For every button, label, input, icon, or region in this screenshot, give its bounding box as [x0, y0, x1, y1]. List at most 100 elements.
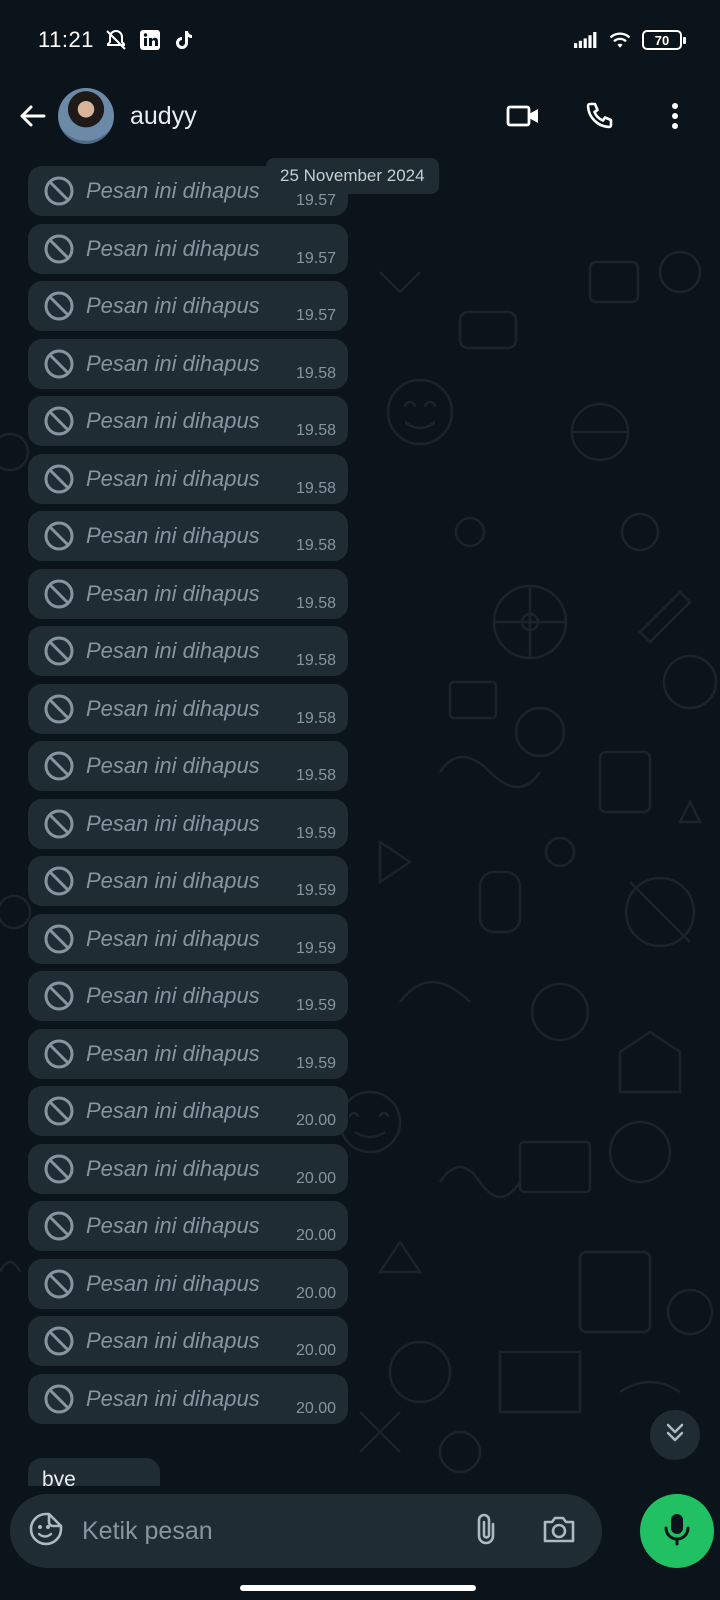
message-text: Pesan ini dihapus [86, 178, 260, 203]
blocked-circle-icon [42, 1324, 76, 1358]
message-time: 19.59 [295, 997, 336, 1014]
message-time: 19.59 [295, 882, 336, 899]
deleted-message-bubble[interactable]: Pesan ini dihapus 20.00 [28, 1143, 348, 1194]
deleted-message-bubble[interactable]: Pesan ini dihapus 19.59 [28, 856, 348, 906]
message-time: 19.59 [295, 824, 336, 842]
message-time: 19.58 [295, 594, 336, 612]
blocked-circle-icon [42, 1209, 76, 1243]
message-text: Pesan ini dihapus [86, 810, 260, 836]
message-text: Pesan ini dihapus [86, 235, 260, 261]
voice-message-button[interactable] [640, 1494, 714, 1568]
message-text: Pesan ini dihapus [86, 1098, 260, 1123]
status-time: 11:21 [38, 27, 94, 52]
deleted-message-bubble[interactable]: Pesan ini dihapus 19.58 [28, 568, 348, 619]
message-time: 19.57 [295, 192, 336, 209]
message-text: Pesan ini dihapus [86, 1155, 260, 1181]
deleted-message-bubble[interactable]: Pesan ini dihapus 19.57 [28, 223, 348, 274]
composer-actions [474, 1512, 576, 1551]
blocked-circle-icon [42, 519, 76, 553]
blocked-circle-icon [42, 174, 76, 208]
deleted-message-bubble[interactable]: Pesan ini dihapus 19.58 [28, 741, 348, 791]
deleted-message-bubble[interactable]: Pesan ini dihapus 20.00 [28, 1373, 348, 1424]
mute-bell-icon [104, 28, 128, 52]
deleted-message-bubble[interactable]: Pesan ini dihapus 19.58 [28, 396, 348, 446]
message-time: 20.00 [295, 1399, 336, 1417]
message-text: Pesan ini dihapus [86, 523, 260, 548]
deleted-message-bubble[interactable]: Pesan ini dihapus 20.00 [28, 1316, 348, 1366]
contact-name[interactable]: audyy [130, 102, 197, 131]
header-actions [506, 99, 706, 133]
message-composer: Ketik pesan [10, 1494, 602, 1568]
emoji-sticker-icon[interactable] [28, 1511, 64, 1552]
blocked-circle-icon [42, 634, 76, 668]
blocked-circle-icon [42, 347, 76, 381]
blocked-circle-icon [42, 1152, 76, 1186]
message-text: Pesan ini dihapus [86, 1385, 260, 1411]
double-chevron-down-icon [664, 1422, 686, 1449]
chat-header: audyy [0, 80, 720, 152]
deleted-message-bubble[interactable]: Pesan ini dihapus 19.59 [28, 1028, 348, 1079]
message-time: 20.00 [295, 1342, 336, 1359]
wifi-icon [608, 28, 632, 52]
message-text: Pesan ini dihapus [86, 925, 260, 951]
message-time: 20.00 [295, 1227, 336, 1244]
signal-icon [574, 28, 598, 52]
message-input[interactable]: Ketik pesan [82, 1517, 474, 1546]
blocked-circle-icon [42, 807, 76, 841]
deleted-message-bubble[interactable]: Pesan ini dihapus 19.57 [28, 281, 348, 331]
message-text: Pesan ini dihapus [86, 868, 260, 893]
attach-paperclip-icon[interactable] [474, 1512, 498, 1551]
message-text: Pesan ini dihapus [86, 1213, 260, 1238]
deleted-message-bubble[interactable]: Pesan ini dihapus 20.00 [28, 1086, 348, 1136]
blocked-circle-icon [42, 1037, 76, 1071]
more-menu-icon[interactable] [658, 99, 692, 133]
message-time: 20.00 [295, 1169, 336, 1187]
deleted-message-bubble[interactable]: Pesan ini dihapus 20.00 [28, 1258, 348, 1309]
blocked-circle-icon [42, 922, 76, 956]
message-text: Pesan ini dihapus [86, 753, 260, 778]
message-time: 20.00 [295, 1112, 336, 1129]
microphone-icon [663, 1512, 691, 1551]
blocked-circle-icon [42, 462, 76, 496]
message-time: 19.58 [295, 422, 336, 439]
message-text: Pesan ini dihapus [86, 408, 260, 433]
message-time: 19.58 [295, 537, 336, 554]
message-text: Pesan ini dihapus [86, 465, 260, 491]
voice-call-icon[interactable] [582, 99, 616, 133]
deleted-message-bubble[interactable]: Pesan ini dihapus 20.00 [28, 1201, 348, 1251]
deleted-message-bubble[interactable]: Pesan ini dihapus 19.58 [28, 453, 348, 504]
message-text: Pesan ini dihapus [86, 695, 260, 721]
camera-icon[interactable] [542, 1514, 576, 1549]
blocked-circle-icon [42, 1382, 76, 1416]
deleted-message-bubble[interactable]: Pesan ini dihapus 19.59 [28, 913, 348, 964]
scroll-down-button[interactable] [650, 1410, 700, 1460]
blocked-circle-icon [42, 1267, 76, 1301]
partial-message-bubble[interactable]: bye [28, 1458, 160, 1486]
blocked-circle-icon [42, 232, 76, 266]
blocked-circle-icon [42, 979, 76, 1013]
deleted-message-bubble[interactable]: Pesan ini dihapus 19.58 [28, 683, 348, 734]
deleted-message-bubble[interactable]: Pesan ini dihapus 19.59 [28, 971, 348, 1021]
avatar[interactable] [58, 88, 114, 144]
message-time: 19.58 [295, 767, 336, 784]
deleted-message-bubble[interactable]: Pesan ini dihapus 19.59 [28, 798, 348, 849]
blocked-circle-icon [42, 864, 76, 898]
status-left: 11:21 [38, 27, 196, 53]
deleted-message-bubble[interactable]: Pesan ini dihapus 19.58 [28, 338, 348, 389]
video-call-icon[interactable] [506, 99, 540, 133]
message-text: Pesan ini dihapus [86, 638, 260, 663]
tiktok-icon [172, 28, 196, 52]
message-time: 19.58 [295, 709, 336, 727]
blocked-circle-icon [42, 289, 76, 323]
status-bar: 11:21 70 [0, 0, 720, 80]
deleted-message-bubble[interactable]: Pesan ini dihapus 19.58 [28, 511, 348, 561]
message-text: Pesan ini dihapus [86, 1040, 260, 1066]
gesture-nav-handle[interactable] [240, 1585, 476, 1591]
blocked-circle-icon [42, 749, 76, 783]
deleted-message-bubble[interactable]: Pesan ini dihapus 19.58 [28, 626, 348, 676]
chat-area[interactable]: Pesan ini dihapus 19.57 Pesan ini dihapus 1… [0, 152, 720, 1486]
message-time: 19.58 [295, 364, 336, 382]
back-arrow-icon[interactable] [14, 98, 50, 134]
message-text: Pesan ini dihapus [86, 580, 260, 606]
message-text: Pesan ini dihapus [86, 1328, 260, 1353]
